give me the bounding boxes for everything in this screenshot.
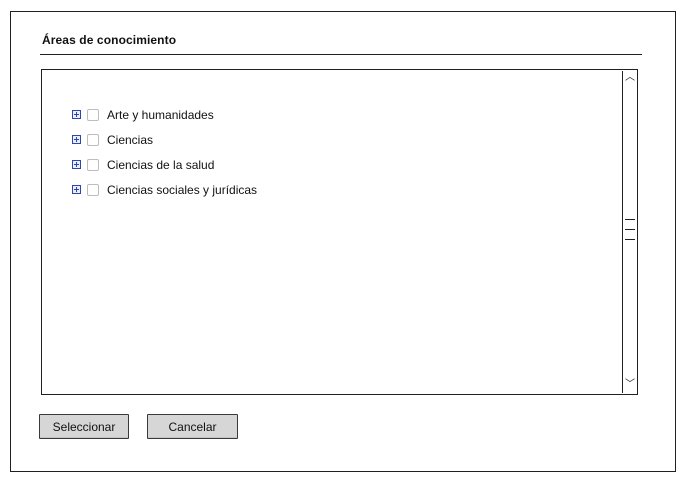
tree-list: Arte y humanidades Ciencias Ciencias de … — [72, 102, 257, 202]
plus-expand-icon[interactable] — [72, 160, 81, 169]
tree-item-label: Ciencias — [107, 132, 154, 147]
grip-line — [625, 219, 635, 220]
checkbox[interactable] — [87, 133, 99, 146]
cancel-button[interactable]: Cancelar — [147, 414, 238, 439]
plus-expand-icon[interactable] — [72, 135, 81, 144]
plus-expand-icon[interactable] — [72, 110, 81, 119]
select-button[interactable]: Seleccionar — [39, 414, 129, 439]
checkbox[interactable] — [87, 108, 99, 121]
knowledge-areas-dialog: Áreas de conocimiento Arte y humanidades… — [10, 11, 676, 472]
tree-panel: Arte y humanidades Ciencias Ciencias de … — [41, 69, 638, 395]
tree-item-ciencias-de-la-salud[interactable]: Ciencias de la salud — [72, 152, 257, 177]
chevron-down-icon[interactable]: ﹀ — [625, 380, 635, 390]
tree-item-ciencias[interactable]: Ciencias — [72, 127, 257, 152]
grip-line — [625, 229, 635, 230]
title-divider — [40, 54, 642, 55]
checkbox[interactable] — [87, 183, 99, 196]
vertical-scrollbar[interactable]: ︿ ﹀ — [622, 71, 636, 393]
dialog-title: Áreas de conocimiento — [42, 33, 177, 47]
tree-item-ciencias-sociales-y-juridicas[interactable]: Ciencias sociales y jurídicas — [72, 177, 257, 202]
scroll-grip-icon[interactable] — [625, 219, 635, 243]
tree-item-label: Arte y humanidades — [107, 107, 214, 122]
tree-item-arte-y-humanidades[interactable]: Arte y humanidades — [72, 102, 257, 127]
tree-item-label: Ciencias sociales y jurídicas — [107, 182, 258, 197]
grip-line — [625, 239, 635, 240]
chevron-up-icon[interactable]: ︿ — [625, 73, 635, 83]
tree-item-label: Ciencias de la salud — [107, 157, 215, 172]
checkbox[interactable] — [87, 158, 99, 171]
plus-expand-icon[interactable] — [72, 185, 81, 194]
